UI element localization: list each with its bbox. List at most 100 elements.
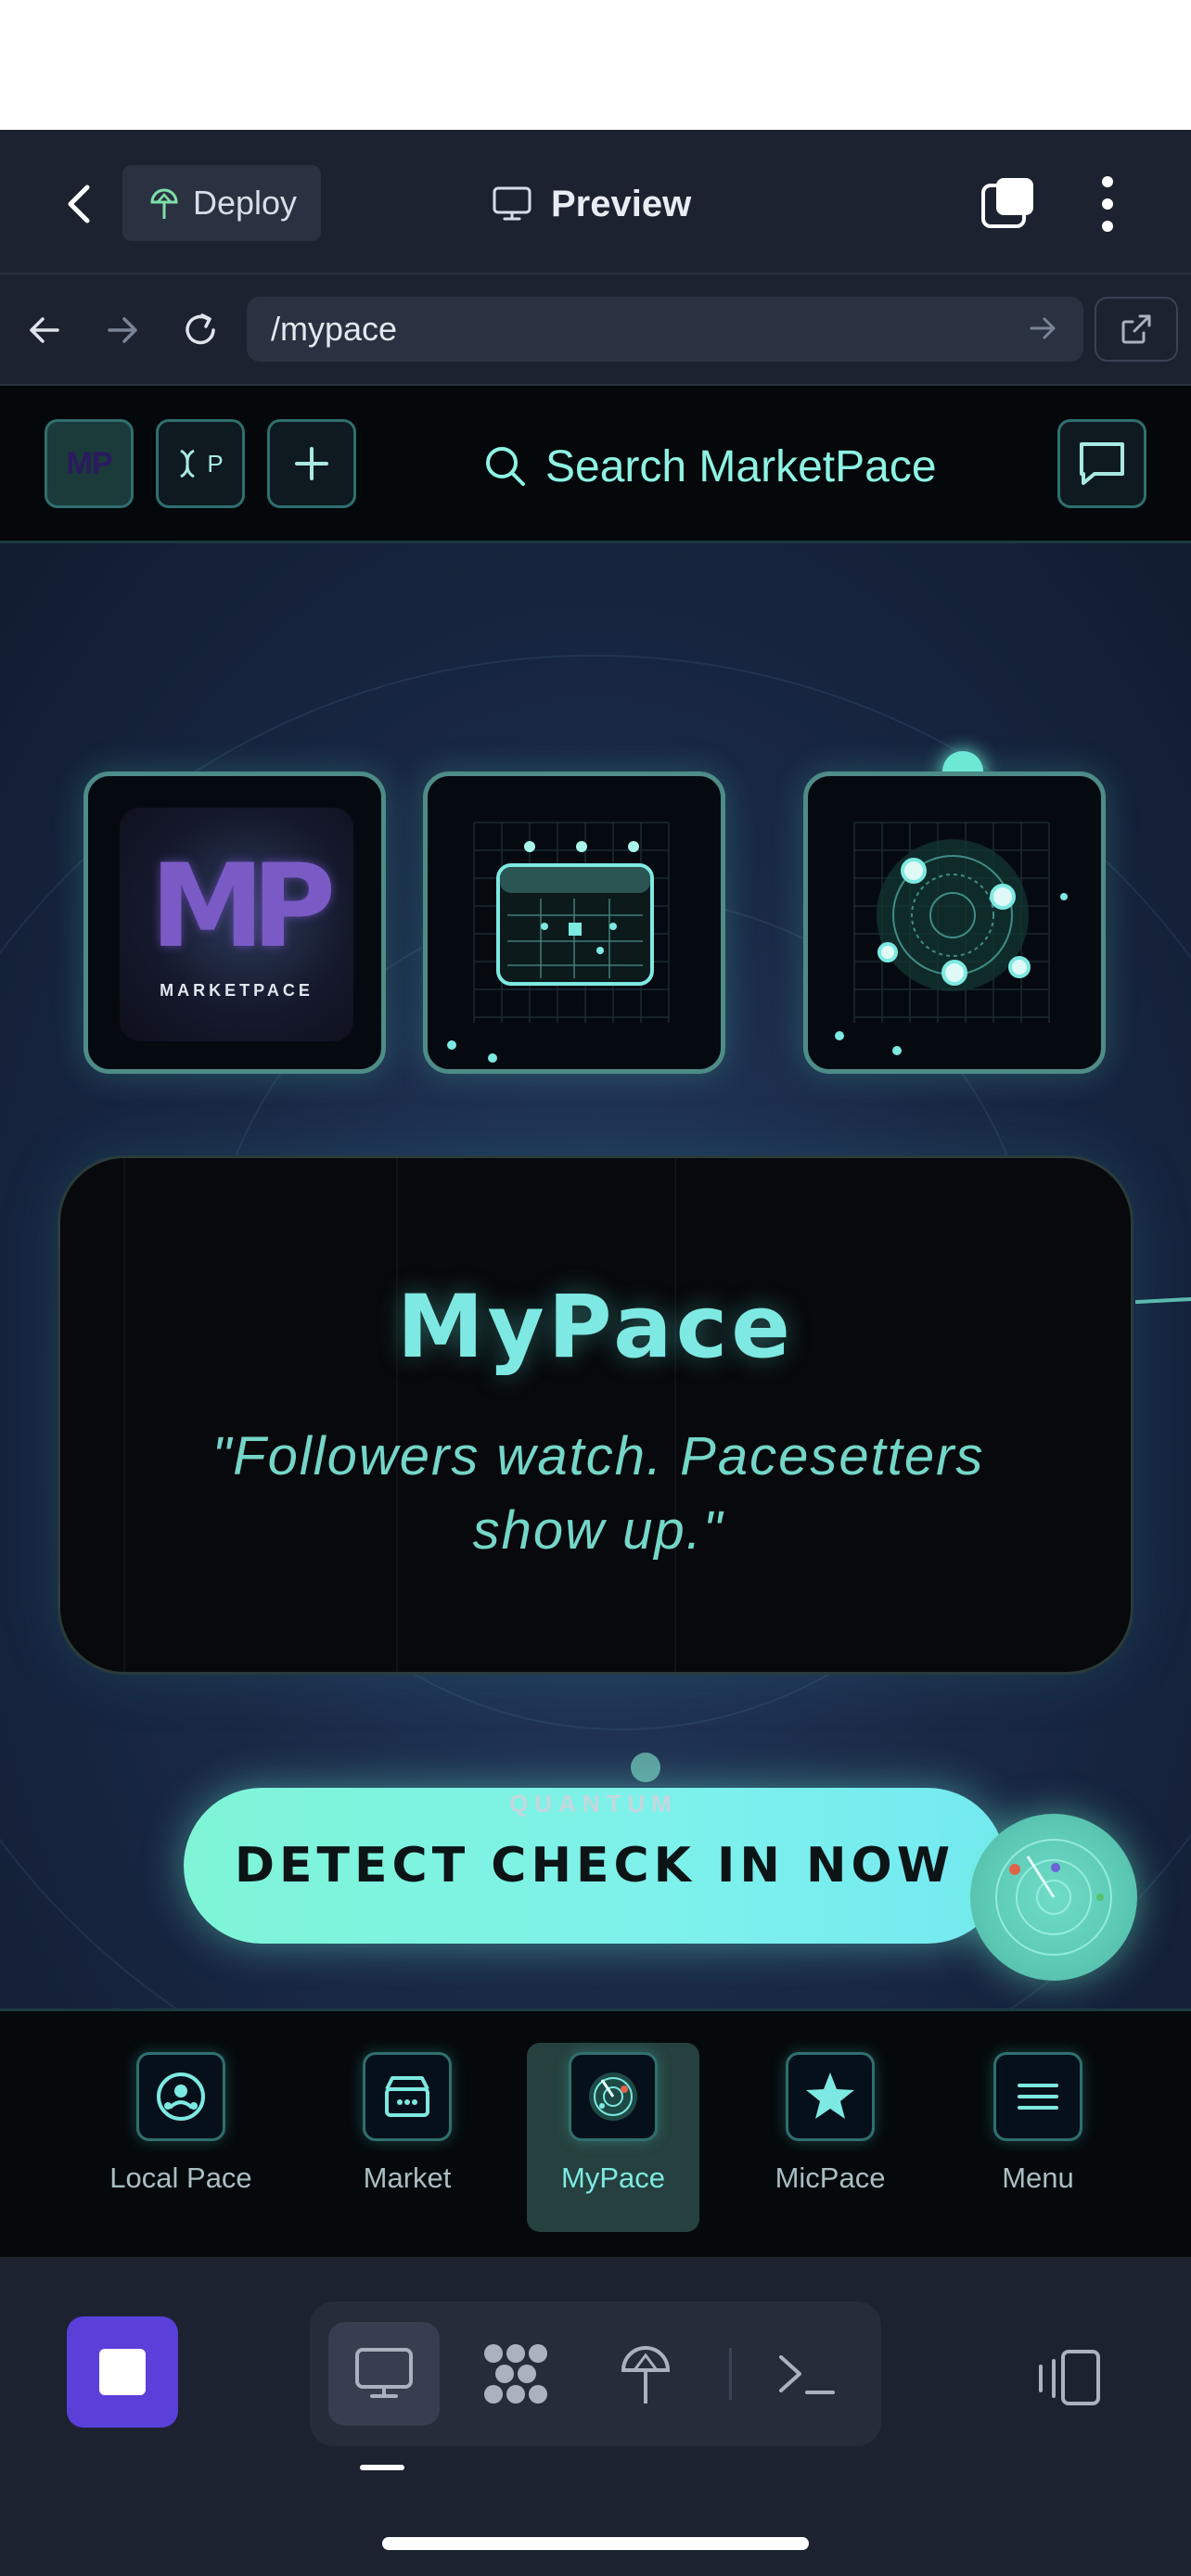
logo-letters: MP bbox=[149, 839, 336, 974]
chevron-left-icon bbox=[68, 185, 90, 223]
terminal-icon bbox=[779, 2355, 835, 2394]
active-indicator bbox=[360, 2465, 404, 2470]
hero-section: MP MARKETPACE MyPace "Followers watch. P… bbox=[0, 543, 1191, 2009]
search-placeholder: Search MarketPace bbox=[545, 441, 937, 491]
tab-market[interactable]: Market bbox=[321, 2043, 493, 2232]
mypace-icon-box bbox=[569, 2052, 658, 2141]
add-button[interactable] bbox=[267, 419, 356, 508]
preview-label: Preview bbox=[551, 183, 692, 224]
stop-icon bbox=[99, 2349, 146, 2395]
dock-preview-button[interactable] bbox=[328, 2322, 440, 2426]
site-bottom-nav: Local Pace Market MyPace MicPace Menu bbox=[0, 2009, 1191, 2257]
tab-label: Local Pace bbox=[109, 2162, 252, 2194]
tab-menu[interactable]: Menu bbox=[952, 2043, 1124, 2232]
chat-bubble-icon bbox=[1080, 442, 1124, 485]
browser-forward-button[interactable] bbox=[96, 304, 148, 356]
dock-separator bbox=[729, 2348, 732, 2400]
mp-logo-chip[interactable]: MP bbox=[45, 419, 134, 508]
calendar-tile[interactable] bbox=[423, 772, 725, 1074]
card-stripe bbox=[396, 1158, 398, 1672]
pace-chip-label: P bbox=[207, 449, 224, 478]
dock-deploy-button[interactable] bbox=[590, 2322, 701, 2426]
plus-icon bbox=[295, 447, 328, 480]
tab-micpace[interactable]: MicPace bbox=[744, 2043, 916, 2232]
page-title: MyPace bbox=[396, 1277, 795, 1378]
chat-button[interactable] bbox=[1057, 419, 1146, 508]
radar-map-icon bbox=[835, 822, 1068, 1055]
open-external-button[interactable] bbox=[1095, 297, 1178, 362]
dock-shell-button[interactable] bbox=[751, 2322, 863, 2426]
deploy-icon bbox=[621, 2346, 671, 2404]
marketpace-logo-tile[interactable]: MP MARKETPACE bbox=[83, 772, 386, 1074]
dock-apps-button[interactable] bbox=[460, 2322, 571, 2426]
bottom-dock bbox=[0, 2257, 1191, 2576]
tabs-icon bbox=[981, 178, 1033, 228]
tab-label: Market bbox=[363, 2162, 452, 2194]
deploy-icon bbox=[150, 188, 178, 219]
micpace-icon-box bbox=[786, 2052, 875, 2141]
dots-grid-icon bbox=[484, 2344, 547, 2404]
site-search[interactable]: Search MarketPace bbox=[482, 434, 937, 499]
market-icon bbox=[385, 2076, 429, 2117]
star-icon bbox=[806, 2072, 854, 2119]
more-dot-icon bbox=[1102, 198, 1113, 210]
radar-fab-button[interactable] bbox=[970, 1814, 1137, 1981]
desktop-icon bbox=[493, 186, 531, 221]
mission-card: MyPace "Followers watch. Pacesetters sho… bbox=[58, 1155, 1133, 1675]
stop-button[interactable] bbox=[67, 2316, 178, 2428]
deploy-label: Deploy bbox=[193, 184, 298, 222]
back-button[interactable] bbox=[50, 174, 109, 234]
radar-icon bbox=[589, 2072, 637, 2121]
arrow-left-icon bbox=[30, 317, 59, 343]
card-stripe bbox=[674, 1158, 676, 1672]
mp-chip-label: MP bbox=[66, 445, 113, 481]
more-dot-icon bbox=[1102, 176, 1113, 187]
cta-label: DETECT CHECK IN NOW bbox=[234, 1838, 955, 1894]
external-link-icon bbox=[1121, 314, 1151, 344]
url-bar-row: /mypace bbox=[0, 274, 1191, 386]
marketpace-logo: MP MARKETPACE bbox=[120, 808, 353, 1041]
deploy-button[interactable]: Deploy bbox=[122, 165, 321, 241]
radar-icon bbox=[995, 1839, 1112, 1956]
more-options-button[interactable] bbox=[1080, 171, 1135, 237]
logo-wordmark: MARKETPACE bbox=[160, 980, 314, 1000]
menu-icon-box bbox=[993, 2052, 1082, 2141]
app-header: Deploy Preview bbox=[0, 130, 1191, 274]
status-time: 10:20 bbox=[139, 44, 253, 92]
url-text: /mypace bbox=[271, 310, 398, 348]
reload-button[interactable] bbox=[174, 304, 226, 356]
calendar-icon bbox=[447, 822, 670, 1063]
reload-icon bbox=[186, 313, 215, 345]
local-pace-icon-box bbox=[136, 2052, 225, 2141]
menu-icon bbox=[1018, 2084, 1058, 2110]
tab-local-pace[interactable]: Local Pace bbox=[95, 2043, 267, 2232]
pace-chip[interactable]: P bbox=[156, 419, 245, 508]
glow-dot bbox=[631, 1753, 660, 1782]
site-top-nav: MP P Search MarketPace bbox=[0, 386, 1191, 543]
tagline-quote: "Followers watch. Pacesetters show up." bbox=[211, 1426, 985, 1561]
url-input[interactable]: /mypace bbox=[247, 297, 1083, 362]
tab-label: MicPace bbox=[775, 2162, 886, 2194]
more-dot-icon bbox=[1102, 221, 1113, 232]
desktop-icon bbox=[355, 2348, 413, 2398]
cta-overline: QUANTUM bbox=[509, 1790, 678, 1817]
arrow-right-icon bbox=[108, 317, 137, 343]
radar-tile[interactable] bbox=[803, 772, 1106, 1074]
go-arrow-icon[interactable] bbox=[1024, 310, 1061, 347]
search-icon bbox=[486, 447, 525, 486]
devices-icon bbox=[1039, 2350, 1100, 2405]
dock-tool-group bbox=[310, 2302, 881, 2446]
browser-back-button[interactable] bbox=[19, 304, 70, 356]
home-indicator bbox=[382, 2537, 809, 2550]
tab-mypace[interactable]: MyPace bbox=[527, 2043, 699, 2232]
tab-label: Menu bbox=[1002, 2162, 1074, 2194]
tab-label: MyPace bbox=[561, 2162, 665, 2194]
device-toggle-button[interactable] bbox=[1031, 2340, 1106, 2415]
preview-title[interactable]: Preview bbox=[492, 174, 691, 234]
local-pace-icon bbox=[157, 2072, 205, 2121]
dna-icon bbox=[180, 449, 196, 478]
status-bar: 10:20 bbox=[0, 0, 1191, 130]
card-stripe bbox=[123, 1158, 125, 1672]
market-icon-box bbox=[363, 2052, 452, 2141]
tabs-button[interactable] bbox=[980, 174, 1039, 234]
